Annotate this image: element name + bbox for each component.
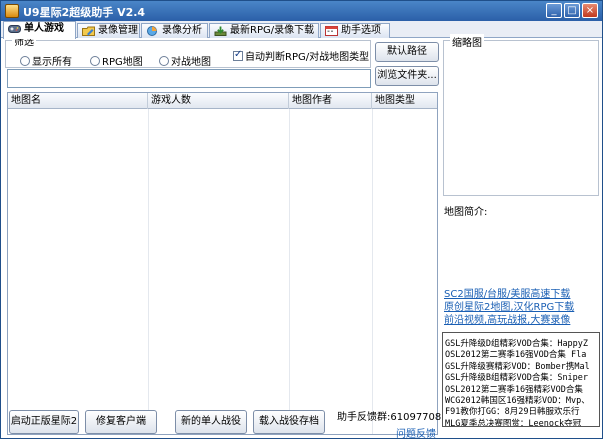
- load-campaign-button[interactable]: 载入战役存档: [253, 410, 325, 434]
- checkbox-checked-icon: [233, 49, 243, 61]
- column-header-map-name[interactable]: 地图名: [8, 93, 148, 109]
- radio-label: 对战地图: [171, 57, 211, 68]
- column-header-player-count[interactable]: 游戏人数: [148, 93, 289, 109]
- news-ticker: GSL升降级D组精彩VOD合集：HappyZ OSL2012第二赛季16强VOD…: [442, 332, 600, 427]
- default-path-button[interactable]: 默认路径: [375, 42, 439, 62]
- repair-client-button[interactable]: 修复客户端: [85, 410, 157, 434]
- title-bar[interactable]: U9星际2超级助手 V2.4 _ □ ×: [1, 1, 602, 21]
- auto-detect-map-type-checkbox[interactable]: 自动判断RPG/对战地图类型: [233, 48, 369, 63]
- column-divider: [148, 109, 149, 434]
- launch-sc2-button[interactable]: 启动正版星际2: [9, 410, 79, 434]
- column-header-map-type[interactable]: 地图类型: [372, 93, 437, 109]
- tab-helper-options[interactable]: 助手选项: [320, 23, 390, 38]
- filter-rpg-map-radio[interactable]: RPG地图: [90, 53, 143, 68]
- feedback-link[interactable]: 问题反馈: [396, 425, 436, 439]
- news-item[interactable]: F91教你打GG：8月29日韩服欢乐行: [443, 407, 590, 418]
- link-videos-replays[interactable]: 前沿视频,高玩战报,大赛录像: [444, 311, 570, 326]
- single-player-panel: 筛选 显示所有 RPG地图 对战地图 自动判断RPG/对战地图类型 默认路径 浏…: [1, 33, 602, 439]
- new-campaign-button[interactable]: 新的单人战役: [175, 410, 247, 434]
- news-item[interactable]: MLG夏季总决赛图赏：Leenock夺冠: [443, 419, 590, 426]
- thumbnail-group: 缩略图: [443, 34, 599, 196]
- calendar-icon: [325, 26, 338, 36]
- app-logo-icon: [5, 4, 19, 18]
- tab-label: 录像管理: [98, 25, 138, 36]
- thumbnail-title: 缩略图: [450, 34, 484, 49]
- radio-circle-icon: [159, 56, 169, 66]
- tab-replay-management[interactable]: 录像管理: [77, 23, 140, 38]
- map-list-table[interactable]: 地图名 游戏人数 地图作者 地图类型: [7, 92, 438, 435]
- column-divider: [372, 109, 373, 434]
- main-window: U9星际2超级助手 V2.4 _ □ × 单人游戏 录像管理 录像分析 最新RP…: [0, 0, 603, 439]
- tab-replay-analysis[interactable]: 录像分析: [141, 23, 208, 38]
- close-button[interactable]: ×: [582, 3, 598, 18]
- news-item[interactable]: OSL2012第二赛季16强精彩VOD合集: [443, 385, 590, 396]
- right-panel: 缩略图 地图简介: SC2国服/台服/美服高速下载 原创星际2地图,汉化RPG下…: [440, 34, 602, 438]
- column-header-map-author[interactable]: 地图作者: [289, 93, 372, 109]
- column-divider: [289, 109, 290, 434]
- download-icon: [214, 26, 227, 36]
- pie-chart-icon: [147, 26, 157, 36]
- maximize-button[interactable]: □: [564, 3, 580, 18]
- tab-bar: 单人游戏 录像管理 录像分析 最新RPG/录像下载 助手选项: [1, 21, 602, 39]
- news-item[interactable]: GSL升降级B组精彩VOD合集：Sniper: [443, 373, 590, 384]
- tab-label: 助手选项: [341, 25, 381, 36]
- filter-melee-map-radio[interactable]: 对战地图: [159, 53, 211, 68]
- radio-circle-icon: [90, 56, 100, 66]
- tab-single-player[interactable]: 单人游戏: [3, 21, 76, 39]
- news-item[interactable]: OSL2012第二赛季16强VOD合集 Fla: [443, 350, 590, 361]
- map-path-input[interactable]: [7, 69, 371, 88]
- table-header: 地图名 游戏人数 地图作者 地图类型: [8, 93, 437, 109]
- radio-label: 显示所有: [32, 57, 72, 68]
- tab-label: 录像分析: [162, 25, 202, 36]
- folder-edit-icon: [82, 26, 95, 36]
- browse-folder-button[interactable]: 浏览文件夹...: [375, 66, 439, 86]
- news-list: GSL升降级D组精彩VOD合集：HappyZ OSL2012第二赛季16强VOD…: [443, 339, 590, 426]
- feedback-qq-group: 助手反馈群:61097708: [337, 412, 442, 423]
- tab-latest-downloads[interactable]: 最新RPG/录像下载: [209, 23, 319, 38]
- window-title: U9星际2超级助手 V2.4: [23, 6, 146, 19]
- tab-label: 单人游戏: [24, 23, 64, 34]
- news-item[interactable]: WCG2012韩国区16强精彩VOD：Mvp、: [443, 396, 590, 407]
- minimize-button[interactable]: _: [546, 3, 562, 18]
- tab-label: 最新RPG/录像下载: [230, 25, 315, 36]
- map-description-label: 地图简介:: [444, 207, 488, 218]
- filter-show-all-radio[interactable]: 显示所有: [20, 53, 72, 68]
- radio-circle-icon: [20, 56, 30, 66]
- radio-label: RPG地图: [102, 57, 143, 68]
- news-item[interactable]: GSL升降级D组精彩VOD合集：HappyZ: [443, 339, 590, 350]
- news-item[interactable]: GSL升降级赛精彩VOD：Bomber携Mal: [443, 362, 590, 373]
- gamepad-icon: [8, 25, 21, 33]
- checkbox-label: 自动判断RPG/对战地图类型: [245, 52, 370, 63]
